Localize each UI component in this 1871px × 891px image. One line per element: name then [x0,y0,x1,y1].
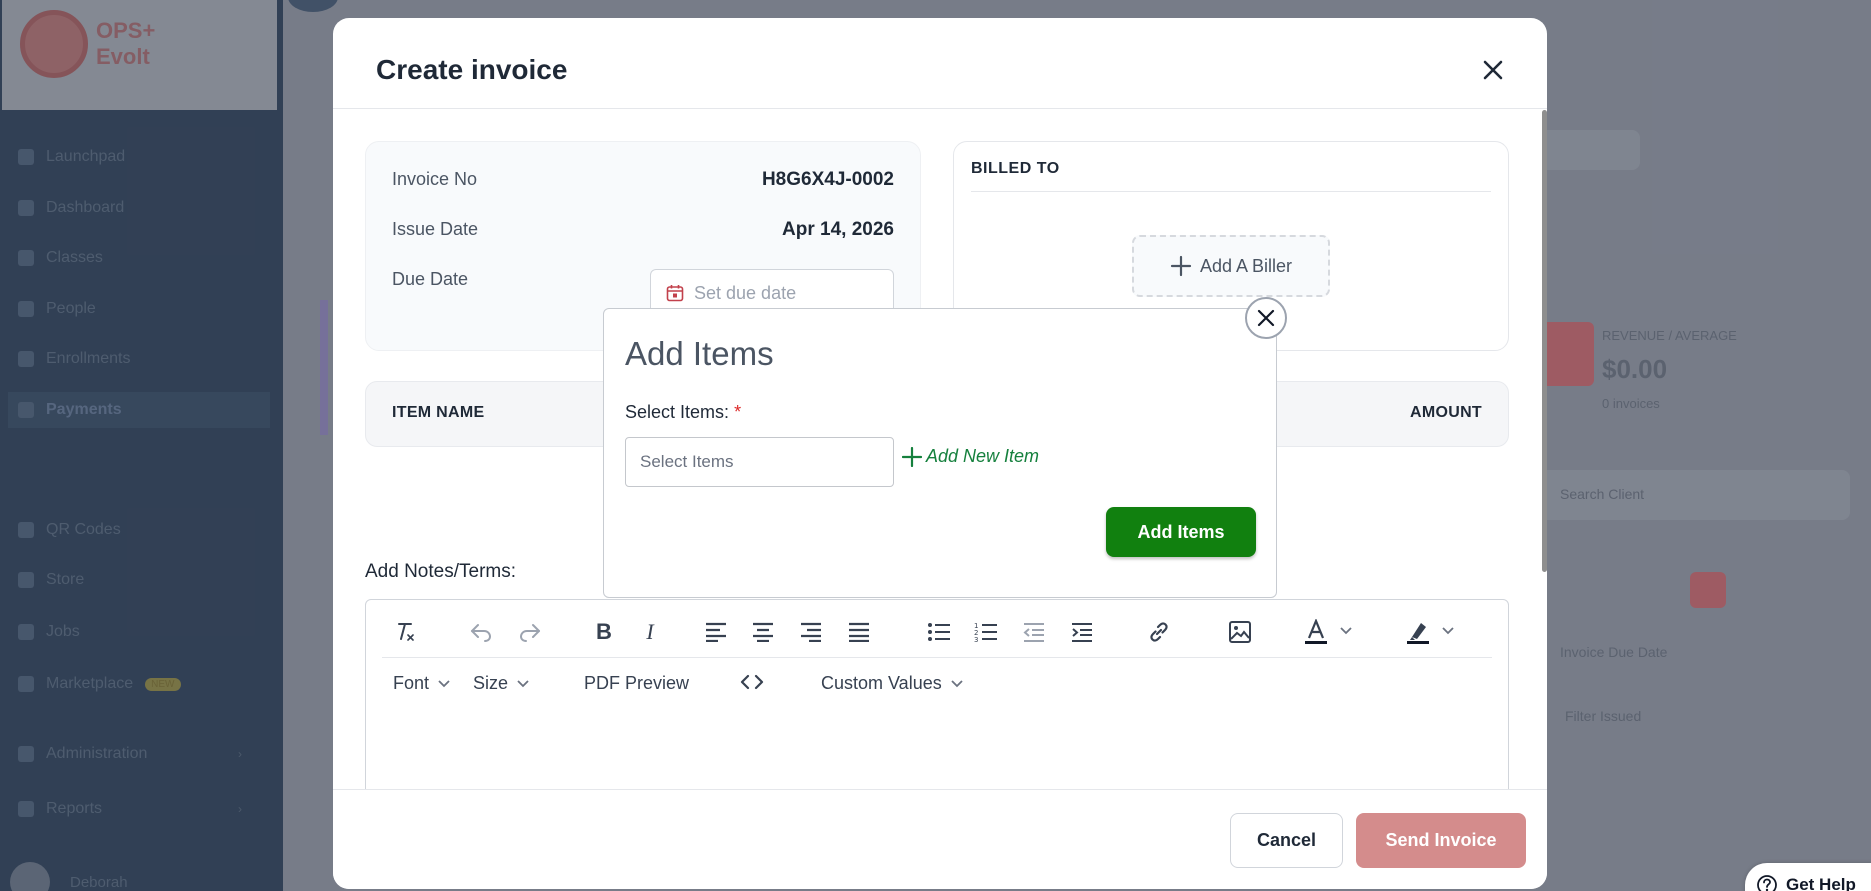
editor-toolbar-secondary: Font Size PDF Preview Custom Values [382,660,1492,712]
text-color-icon [1305,619,1352,644]
align-center-icon [753,622,773,642]
indent-button[interactable] [1066,616,1098,648]
add-biller-button[interactable]: Add A Biller [1132,235,1330,297]
outdent-button[interactable] [1018,616,1050,648]
chevron-down-icon [517,679,529,687]
notes-label: Add Notes/Terms: [365,561,516,582]
link-button[interactable] [1143,616,1175,648]
custom-values-dropdown[interactable]: Custom Values [821,673,964,694]
font-dropdown[interactable]: Font [393,673,451,694]
redo-icon [519,624,540,642]
italic-icon: I [646,619,654,644]
due-date-label: Due Date [392,269,469,289]
numbered-list-icon: 123 [974,622,997,643]
col-amount: AMOUNT [1409,404,1482,421]
get-help-button[interactable]: Get Help [1745,863,1871,891]
outdent-icon [1023,623,1044,642]
link-icon [1150,622,1168,642]
bold-button[interactable]: B [588,616,620,648]
redo-button[interactable] [514,616,546,648]
highlight-icon [1407,623,1454,644]
svg-text:3: 3 [974,636,978,643]
close-modal-button[interactable] [1479,56,1507,84]
chevron-down-icon [951,679,963,687]
help-icon [1757,875,1777,891]
select-items-label: Select Items: * [625,402,742,422]
code-icon [740,674,764,690]
add-biller-label: Add A Biller [1199,255,1293,276]
clear-format-icon [398,623,414,641]
italic-button[interactable]: I [634,616,666,648]
due-date-placeholder: Set due date [694,282,797,303]
cancel-button[interactable]: Cancel [1230,813,1343,868]
bullet-list-icon [928,623,950,641]
size-dropdown[interactable]: Size [473,673,530,694]
undo-icon [471,624,492,642]
source-code-button[interactable] [740,673,764,691]
numbered-list-button[interactable]: 123 [970,616,1002,648]
add-new-item-link[interactable]: Add New Item [902,446,1039,467]
required-marker: * [734,402,742,422]
get-help-label: Get Help [1786,875,1856,891]
select-items-dropdown[interactable]: Select Items [625,437,894,487]
undo-button[interactable] [465,616,497,648]
highlight-color-button[interactable] [1407,616,1465,648]
justify-button[interactable] [843,616,875,648]
close-icon [1257,309,1275,327]
image-icon [1229,621,1251,643]
popup-title: Add Items [625,335,774,372]
bullet-list-button[interactable] [923,616,955,648]
clear-format-button[interactable] [389,616,421,648]
align-left-button[interactable] [700,616,732,648]
image-button[interactable] [1224,616,1256,648]
add-items-submit-button[interactable]: Add Items [1106,507,1256,557]
modal-scrollbar[interactable] [1542,110,1547,572]
align-right-icon [801,622,821,642]
close-icon [1483,60,1503,80]
billed-to-title: BILLED TO [971,160,1060,177]
bold-icon: B [596,619,612,644]
align-right-button[interactable] [795,616,827,648]
justify-icon [849,622,869,642]
plus-icon [902,446,922,467]
modal-title: Create invoice [376,54,568,85]
align-center-button[interactable] [747,616,779,648]
text-color-button[interactable] [1305,616,1363,648]
invoice-no-value: H8G6X4J-0002 [761,169,894,190]
indent-icon [1072,623,1092,642]
plus-icon [1170,255,1192,277]
editor-toolbar: B I 123 [382,606,1492,658]
issue-date-label: Issue Date [392,219,479,239]
calendar-icon [666,285,684,302]
issue-date-value: Apr 14, 2026 [782,219,894,240]
send-invoice-button[interactable]: Send Invoice [1356,813,1526,868]
col-item-name: ITEM NAME [392,404,485,421]
chevron-down-icon [438,679,450,687]
close-popup-button[interactable] [1245,297,1287,339]
divider [971,191,1491,192]
invoice-no-label: Invoice No [392,169,478,189]
add-items-popup: Add Items Select Items: * Select Items A… [603,308,1277,598]
align-left-icon [706,622,726,642]
modal-header: Create invoice [333,18,1547,109]
pdf-preview-button[interactable]: PDF Preview [584,673,689,694]
